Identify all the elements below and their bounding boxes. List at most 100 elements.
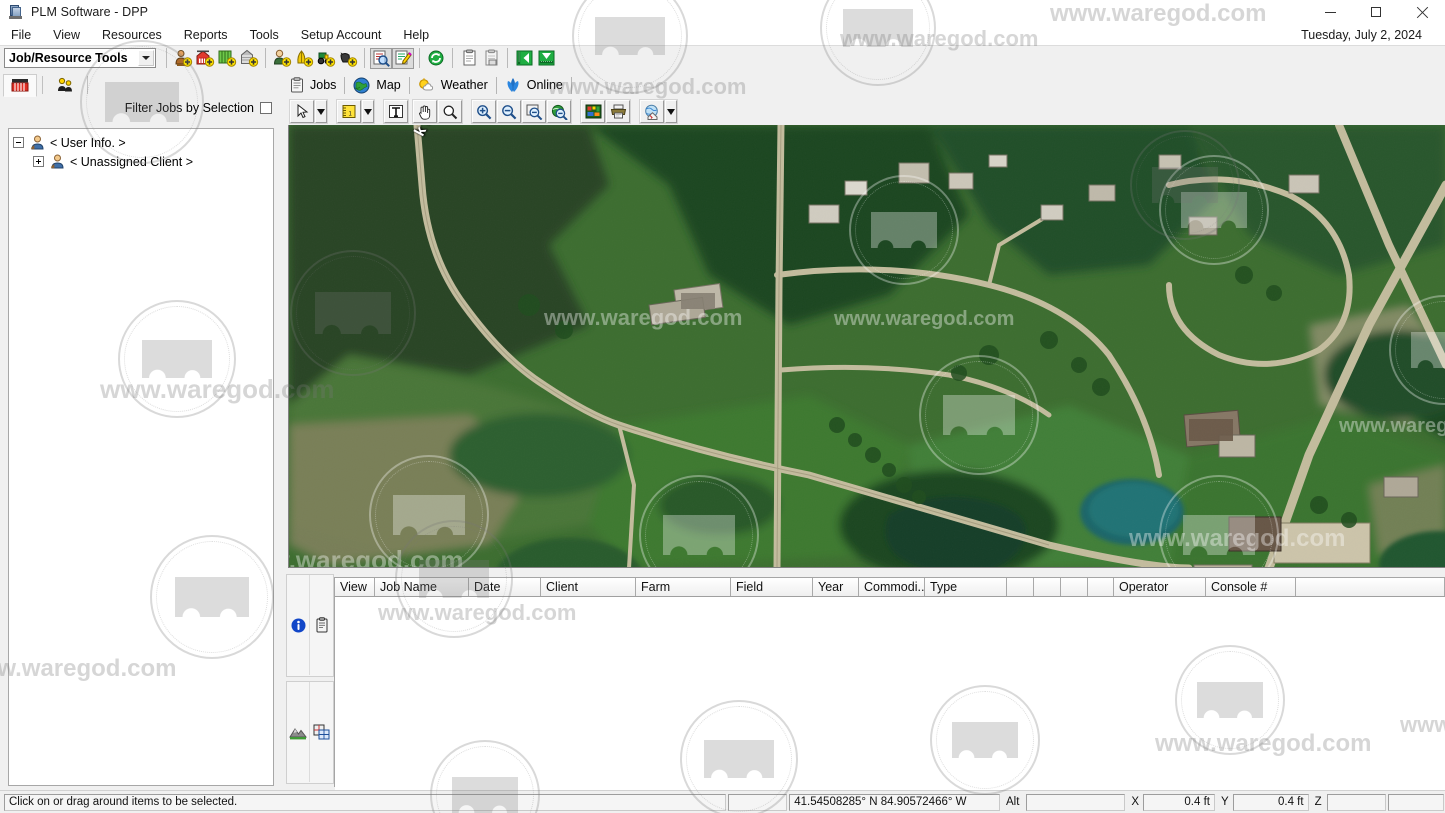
tool-mode-combo-value: Job/Resource Tools — [9, 51, 128, 65]
close-button[interactable] — [1399, 0, 1445, 24]
map-view[interactable]: k Rd www.waregod.com www.waregod.com www… — [288, 125, 1445, 568]
text-tool-button[interactable] — [383, 99, 409, 124]
minimize-button[interactable] — [1307, 0, 1353, 24]
add-commodity-button[interactable] — [293, 48, 315, 69]
col-blank-4[interactable] — [1088, 578, 1114, 596]
legend-tool-button[interactable] — [580, 99, 606, 124]
add-field-button[interactable] — [216, 48, 238, 69]
zoom-extent-tool-button[interactable] — [521, 99, 547, 124]
tab-jobs[interactable]: Jobs — [284, 74, 342, 96]
toolbar-separator-4 — [419, 48, 420, 68]
status-hint: Click on or drag around items to be sele… — [4, 793, 726, 811]
col-operator[interactable]: Operator — [1114, 578, 1206, 596]
text-t-icon — [389, 105, 403, 118]
zoom-global-tool-button[interactable] — [546, 99, 572, 124]
job-info-button[interactable] — [287, 575, 310, 675]
col-job-name[interactable]: Job Name — [375, 578, 469, 596]
add-machine-button[interactable] — [315, 48, 337, 69]
tab-weather[interactable]: Weather — [412, 74, 494, 96]
maximize-button[interactable] — [1353, 0, 1399, 24]
tool-mode-combo[interactable]: Job/Resource Tools — [4, 48, 156, 68]
import-data-button[interactable] — [513, 48, 535, 69]
col-blank-5[interactable] — [1296, 578, 1445, 596]
tree-node-unassigned-client[interactable]: < Unassigned Client > — [9, 152, 273, 171]
info-circle-icon — [291, 618, 305, 632]
tree-expander-minus-icon[interactable] — [13, 137, 24, 148]
col-commodity[interactable]: Commodi... — [859, 578, 925, 596]
print-map-tool-button[interactable] — [605, 99, 631, 124]
col-client[interactable]: Client — [541, 578, 636, 596]
left-tab-jobs[interactable] — [48, 73, 82, 97]
basemap-tool-dropdown[interactable] — [664, 99, 678, 124]
tree-node-label: < Unassigned Client > — [70, 154, 193, 169]
grid-layout-button[interactable] — [310, 682, 333, 782]
zoom-in-tool-button[interactable] — [471, 99, 497, 124]
col-console[interactable]: Console # — [1206, 578, 1296, 596]
pan-tool-button[interactable] — [412, 99, 438, 124]
job-notes-button[interactable] — [310, 575, 333, 675]
main-toolbar: Job/Resource Tools — [0, 45, 1445, 70]
chevron-down-icon[interactable] — [138, 50, 154, 66]
status-alt-value — [1025, 793, 1126, 811]
new-report-button[interactable] — [458, 48, 480, 69]
status-alt-label: Alt — [1006, 795, 1020, 808]
status-x-label: X — [1131, 795, 1140, 808]
measure-tool-dropdown[interactable] — [361, 99, 375, 124]
basemap-globe-icon — [644, 104, 658, 120]
menu-help[interactable]: Help — [392, 26, 440, 44]
left-tab-resources[interactable] — [3, 73, 37, 97]
find-job-button[interactable] — [370, 47, 392, 69]
menu-resources[interactable]: Resources — [91, 26, 173, 44]
refresh-button[interactable] — [425, 48, 447, 69]
col-blank-1[interactable] — [1007, 578, 1034, 596]
jobs-grid-body[interactable] — [335, 597, 1445, 805]
status-z-value — [1326, 793, 1387, 811]
hand-icon — [419, 104, 431, 120]
export-data-button[interactable] — [535, 48, 557, 69]
tab-divider-3 — [495, 76, 497, 94]
col-farm[interactable]: Farm — [636, 578, 731, 596]
add-operator-button[interactable] — [271, 48, 293, 69]
zoom-out-icon — [502, 104, 517, 119]
measure-tool-button[interactable]: 1 — [336, 99, 362, 124]
ruler-icon: 1 — [342, 105, 356, 118]
col-view[interactable]: View — [335, 578, 375, 596]
chevron-down-icon — [364, 108, 372, 115]
status-spacer-1 — [727, 793, 788, 811]
select-arrow-dropdown[interactable] — [314, 99, 328, 124]
menu-file[interactable]: File — [0, 26, 42, 44]
tab-map[interactable]: Map — [347, 74, 406, 96]
jobs-grid[interactable]: View Job Name Date Client Farm Field Yea… — [334, 577, 1445, 805]
select-arrow-tool-button[interactable] — [289, 99, 315, 124]
identify-tool-button[interactable] — [437, 99, 463, 124]
window-title: PLM Software - DPP — [31, 5, 149, 19]
menu-bar: File View Resources Reports Tools Setup … — [0, 24, 1445, 45]
filter-jobs-checkbox[interactable] — [260, 102, 272, 114]
edit-job-button[interactable] — [392, 47, 414, 69]
tab-online[interactable]: Online — [499, 74, 569, 96]
col-year[interactable]: Year — [813, 578, 859, 596]
zoom-out-tool-button[interactable] — [496, 99, 522, 124]
col-blank-3[interactable] — [1061, 578, 1088, 596]
menu-tools[interactable]: Tools — [239, 26, 290, 44]
status-y-label: Y — [1220, 795, 1229, 808]
menu-reports[interactable]: Reports — [173, 26, 239, 44]
toolbar-group-reports — [458, 48, 502, 69]
add-livestock-button[interactable] — [337, 48, 359, 69]
menu-setup-account[interactable]: Setup Account — [290, 26, 393, 44]
col-type[interactable]: Type — [925, 578, 1007, 596]
add-farm-button[interactable] — [194, 48, 216, 69]
basemap-tool-button[interactable] — [639, 99, 665, 124]
print-report-button[interactable] — [480, 48, 502, 69]
tree-expander-plus-icon[interactable] — [33, 156, 44, 167]
tree-node-user-info[interactable]: < User Info. > — [9, 133, 273, 152]
add-client-button[interactable] — [172, 48, 194, 69]
col-field[interactable]: Field — [731, 578, 813, 596]
zoom-globe-icon — [551, 104, 568, 120]
col-date[interactable]: Date — [469, 578, 541, 596]
add-storage-button[interactable] — [238, 48, 260, 69]
resource-tree[interactable]: < User Info. > < Unassigned Client > — [8, 128, 274, 786]
terrain-view-button[interactable] — [287, 682, 310, 782]
menu-view[interactable]: View — [42, 26, 91, 44]
col-blank-2[interactable] — [1034, 578, 1061, 596]
